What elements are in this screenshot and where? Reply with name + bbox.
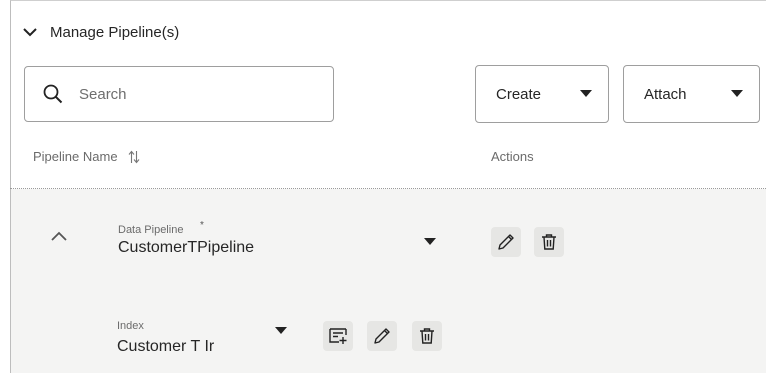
sort-icon[interactable] (128, 150, 140, 164)
data-pipeline-label: Data Pipeline (118, 224, 184, 236)
search-input[interactable] (77, 84, 301, 104)
search-icon (43, 84, 63, 104)
index-select[interactable]: Customer T Ir (117, 338, 214, 356)
edit-icon (498, 234, 514, 250)
chevron-up-icon[interactable] (50, 230, 68, 242)
search-box[interactable] (24, 66, 334, 122)
edit-pipeline-button[interactable] (491, 227, 521, 257)
delete-pipeline-button[interactable] (534, 227, 564, 257)
edit-icon (374, 328, 390, 344)
create-button[interactable]: Create (475, 65, 609, 123)
delete-icon (542, 234, 556, 250)
add-index-icon (329, 328, 347, 344)
caret-down-icon[interactable] (424, 238, 436, 246)
section-title: Manage Pipeline(s) (50, 23, 180, 41)
chevron-down-icon (23, 28, 37, 37)
section-toggle[interactable]: Manage Pipeline(s) (22, 20, 179, 44)
column-header-label: Pipeline Name (33, 149, 118, 164)
required-indicator: * (200, 220, 204, 231)
column-header-pipeline-name[interactable]: Pipeline Name (33, 149, 140, 164)
add-index-button[interactable] (323, 321, 353, 351)
delete-icon (420, 328, 434, 344)
column-header-actions: Actions (491, 149, 534, 164)
edit-index-button[interactable] (367, 321, 397, 351)
attach-button-label: Attach (644, 85, 687, 103)
attach-button[interactable]: Attach (623, 65, 760, 123)
caret-down-icon (580, 90, 592, 97)
caret-down-icon (731, 90, 743, 97)
index-label: Index (117, 320, 144, 332)
data-pipeline-select[interactable]: CustomerTPipeline (118, 239, 254, 257)
delete-index-button[interactable] (412, 321, 442, 351)
create-button-label: Create (496, 85, 542, 103)
caret-down-icon[interactable] (275, 327, 287, 335)
